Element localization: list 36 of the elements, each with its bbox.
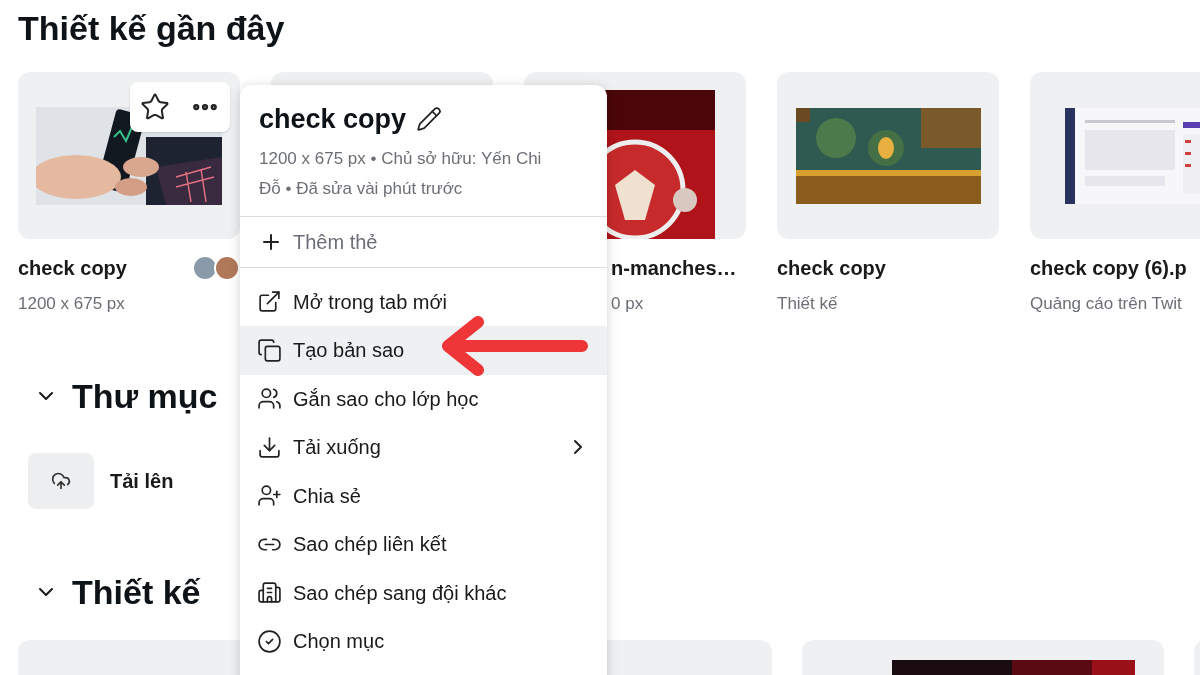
menu-item-icon xyxy=(257,628,282,654)
card-title: check copy xyxy=(777,256,886,281)
star-icon[interactable] xyxy=(140,92,170,122)
design-card[interactable] xyxy=(1030,72,1200,239)
page-heading: Thiết kế gần đây xyxy=(18,8,286,48)
card-subtitle: 1200 x 675 px xyxy=(18,294,125,313)
menu-title: check copy xyxy=(259,103,407,136)
menu-item-icon xyxy=(257,434,282,460)
upload-icon xyxy=(51,470,71,491)
menu-item[interactable]: Chia sẻ xyxy=(240,471,607,520)
design-card[interactable] xyxy=(777,72,999,239)
folder-tile[interactable] xyxy=(28,452,94,509)
avatar xyxy=(192,255,218,281)
menu-item-icon xyxy=(257,337,282,363)
card-subtitle: Thiết kế xyxy=(777,294,838,313)
folder-name: Tải lên xyxy=(110,468,174,494)
menu-item-icon xyxy=(257,483,282,509)
add-tag-item[interactable]: Thêm thẻ xyxy=(240,216,607,267)
card-subtitle: 0 px xyxy=(611,294,644,313)
menu-item[interactable]: Mở trong tab mới xyxy=(240,277,607,326)
menu-item[interactable]: Gắn sao cho lớp học xyxy=(240,374,607,423)
card-title: check copy xyxy=(18,256,127,281)
menu-item[interactable]: Tải xuống xyxy=(240,423,607,472)
menu-item-icon xyxy=(257,386,282,412)
design-details: 1200 x 675 px • Chủ sở hữu: Yến Chi Đỗ • Đã sửa vài phút trước xyxy=(259,147,543,200)
menu-item[interactable]: Sao chép liên kết xyxy=(240,520,607,569)
menu-item-icon xyxy=(257,289,282,315)
menu-item[interactable]: Chọn mục xyxy=(240,617,607,666)
card-title: n-manches… xyxy=(611,256,737,281)
section-heading: Thiết kế xyxy=(72,574,201,609)
card-title: check copy (6).p xyxy=(1030,256,1187,281)
section-heading: Thư mục xyxy=(72,378,218,413)
card-subtitle: Quảng cáo trên Twit xyxy=(1030,294,1182,313)
pencil-icon[interactable] xyxy=(416,106,443,133)
menu-item-icon xyxy=(257,580,282,606)
menu-item[interactable]: Sao chép sang đội khác xyxy=(240,568,607,617)
